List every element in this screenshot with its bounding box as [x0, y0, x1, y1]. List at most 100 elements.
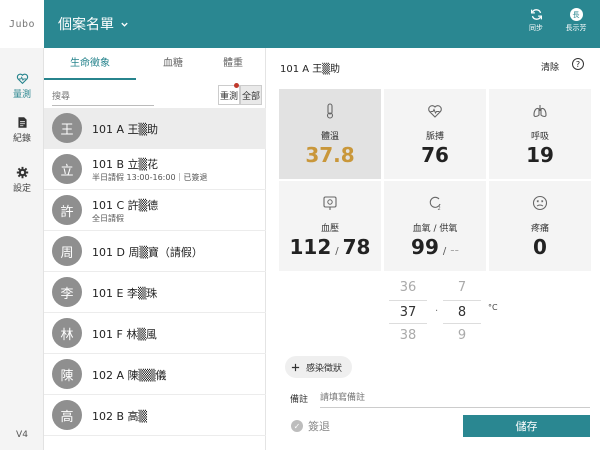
vital-value: 76	[421, 143, 449, 167]
list-item[interactable]: 林 101 F 林▒風	[44, 313, 266, 354]
resident-name: 101 C 許▒德	[92, 199, 159, 212]
vital-value: 19	[526, 143, 554, 167]
vital-value-pair: 112 / 78	[279, 235, 381, 259]
note-input[interactable]	[320, 388, 590, 408]
page-title: 個案名單	[58, 17, 114, 33]
avatar: 許	[52, 195, 82, 225]
save-button[interactable]: 儲存	[463, 415, 590, 437]
picker-option[interactable]: 7	[443, 276, 481, 300]
avatar: 林	[52, 318, 82, 348]
diastolic-value: 78	[342, 235, 371, 259]
check-circle-icon: ✓	[291, 420, 303, 432]
vital-label: 呼吸	[530, 132, 549, 142]
jubo-logo: Jubo	[0, 0, 44, 48]
vital-tile-respiration[interactable]: 呼吸 19	[489, 89, 591, 179]
notification-dot	[234, 83, 239, 88]
pain-face-icon	[532, 195, 548, 211]
resident-name: 102 A 陳▒▒儀	[92, 369, 167, 382]
vital-label: 脈搏	[425, 132, 444, 142]
infection-symptom-button[interactable]: 感染徵狀	[285, 356, 353, 378]
rail-item-settings[interactable]: 設定	[0, 160, 44, 200]
vital-value: 0	[533, 235, 547, 259]
sign-out-toggle[interactable]: ✓ 簽退	[291, 418, 330, 434]
help-icon[interactable]: ?	[572, 58, 584, 70]
vital-tile-pulse[interactable]: 脈搏 76	[384, 89, 486, 179]
chevron-down-icon	[121, 22, 128, 27]
resident-name: 101 B 立▒花	[92, 158, 158, 171]
filter-all-button[interactable]: 全部	[240, 85, 262, 105]
note-label: 備註	[290, 395, 309, 405]
sign-out-label: 簽退	[308, 420, 330, 433]
side-rail: Jubo 量測 紀錄 設定 V4	[0, 0, 44, 450]
vital-label: 疼痛	[530, 224, 549, 234]
clear-button[interactable]: 清除	[541, 60, 559, 73]
resident-status: 全日請假	[92, 214, 124, 223]
vital-label: 血壓	[320, 224, 339, 234]
tab-blood-sugar[interactable]: 血糖	[136, 48, 210, 80]
vital-tile-temperature[interactable]: 體溫 37.8	[279, 89, 381, 179]
vital-tile-oxygen[interactable]: 2 血氧 / 供氧 99 / --	[384, 181, 486, 271]
sync-label: 同步	[529, 24, 543, 32]
picker-option[interactable]: 38	[389, 324, 427, 348]
tab-vital-signs[interactable]: 生命徵象	[44, 48, 136, 80]
vital-label: 血氧 / 供氧	[412, 224, 458, 234]
vital-value-pair: 99 / --	[384, 235, 486, 259]
list-item[interactable]: 立 101 B 立▒花 半日請假 13:00-16:00｜已簽退	[44, 149, 266, 190]
rail-item-measure[interactable]: 量測	[0, 66, 44, 106]
picker-selected[interactable]: 8	[443, 300, 481, 324]
tab-weight[interactable]: 體重	[210, 48, 256, 80]
vital-tile-blood-pressure[interactable]: 血壓 112 / 78	[279, 181, 381, 271]
document-icon	[17, 117, 27, 128]
list-item[interactable]: 王 101 A 王▒助	[44, 108, 266, 149]
picker-option[interactable]: 9	[443, 324, 481, 348]
picker-option[interactable]: 36	[389, 276, 427, 300]
value-separator: /	[335, 246, 339, 257]
resident-name: 101 A 王▒助	[92, 123, 158, 136]
list-item[interactable]: 周 101 D 周▒寶（請假）	[44, 231, 266, 272]
avatar: 李	[52, 277, 82, 307]
oxygen-supply-value: --	[450, 243, 459, 257]
rail-item-records[interactable]: 紀錄	[0, 110, 44, 150]
lungs-icon	[533, 105, 547, 118]
thermometer-icon	[326, 103, 334, 119]
picker-selected[interactable]: 37	[389, 300, 427, 324]
avatar: 立	[52, 154, 82, 184]
avatar: 周	[52, 236, 82, 266]
symptom-label: 感染徵狀	[306, 363, 343, 374]
resident-name: 101 F 林▒風	[92, 328, 157, 341]
filter-label: 重測	[219, 91, 238, 102]
rail-item-label: 量測	[12, 90, 31, 100]
filter-retest-button[interactable]: 重測	[218, 83, 240, 105]
blood-pressure-monitor-icon	[323, 196, 337, 210]
resident-status: 半日請假 13:00-16:00｜已簽退	[92, 173, 208, 182]
avatar: 高	[52, 400, 82, 430]
sync-button[interactable]: 同步	[516, 8, 556, 33]
vital-label: 體溫	[320, 132, 339, 142]
temperature-decimal-picker[interactable]: 7 8 9	[443, 276, 481, 348]
user-avatar: 長	[569, 8, 583, 21]
gear-icon	[16, 166, 28, 179]
search-row: 重測 全部	[44, 80, 265, 108]
resident-list: 王 101 A 王▒助 立 101 B 立▒花 半日請假 13:00-16:00…	[44, 108, 266, 436]
list-item[interactable]: 陳 102 A 陳▒▒儀	[44, 354, 266, 395]
resident-name: 101 E 李▒珠	[92, 287, 158, 300]
list-item[interactable]: 許 101 C 許▒德 全日請假	[44, 190, 266, 231]
measure-tabs: 生命徵象 血糖 體重	[44, 48, 265, 80]
top-bar: 個案名單 同步 長 長示芳	[44, 0, 600, 48]
resident-name: 102 B 高▒	[92, 410, 147, 423]
app-title-dropdown[interactable]: 個案名單	[58, 14, 129, 34]
plus-icon	[291, 363, 300, 371]
user-menu[interactable]: 長 長示芳	[556, 8, 596, 33]
patient-title: 101 A 王▒助	[280, 64, 340, 75]
unit-label: °C	[488, 303, 498, 312]
list-item[interactable]: 李 101 E 李▒珠	[44, 272, 266, 313]
resident-list-panel: 生命徵象 血糖 體重 重測 全部 王 101 A 王▒助 立 101 B 立▒花…	[44, 48, 266, 450]
vital-tile-pain[interactable]: 疼痛 0	[489, 181, 591, 271]
avatar: 陳	[52, 359, 82, 389]
decimal-separator: .	[435, 303, 439, 314]
list-item[interactable]: 高 102 B 高▒	[44, 395, 266, 436]
search-input[interactable]	[52, 88, 154, 106]
resident-name: 101 D 周▒寶（請假）	[92, 246, 203, 259]
temperature-integer-picker[interactable]: 36 37 38	[389, 276, 427, 348]
heart-pulse-icon	[16, 73, 28, 85]
